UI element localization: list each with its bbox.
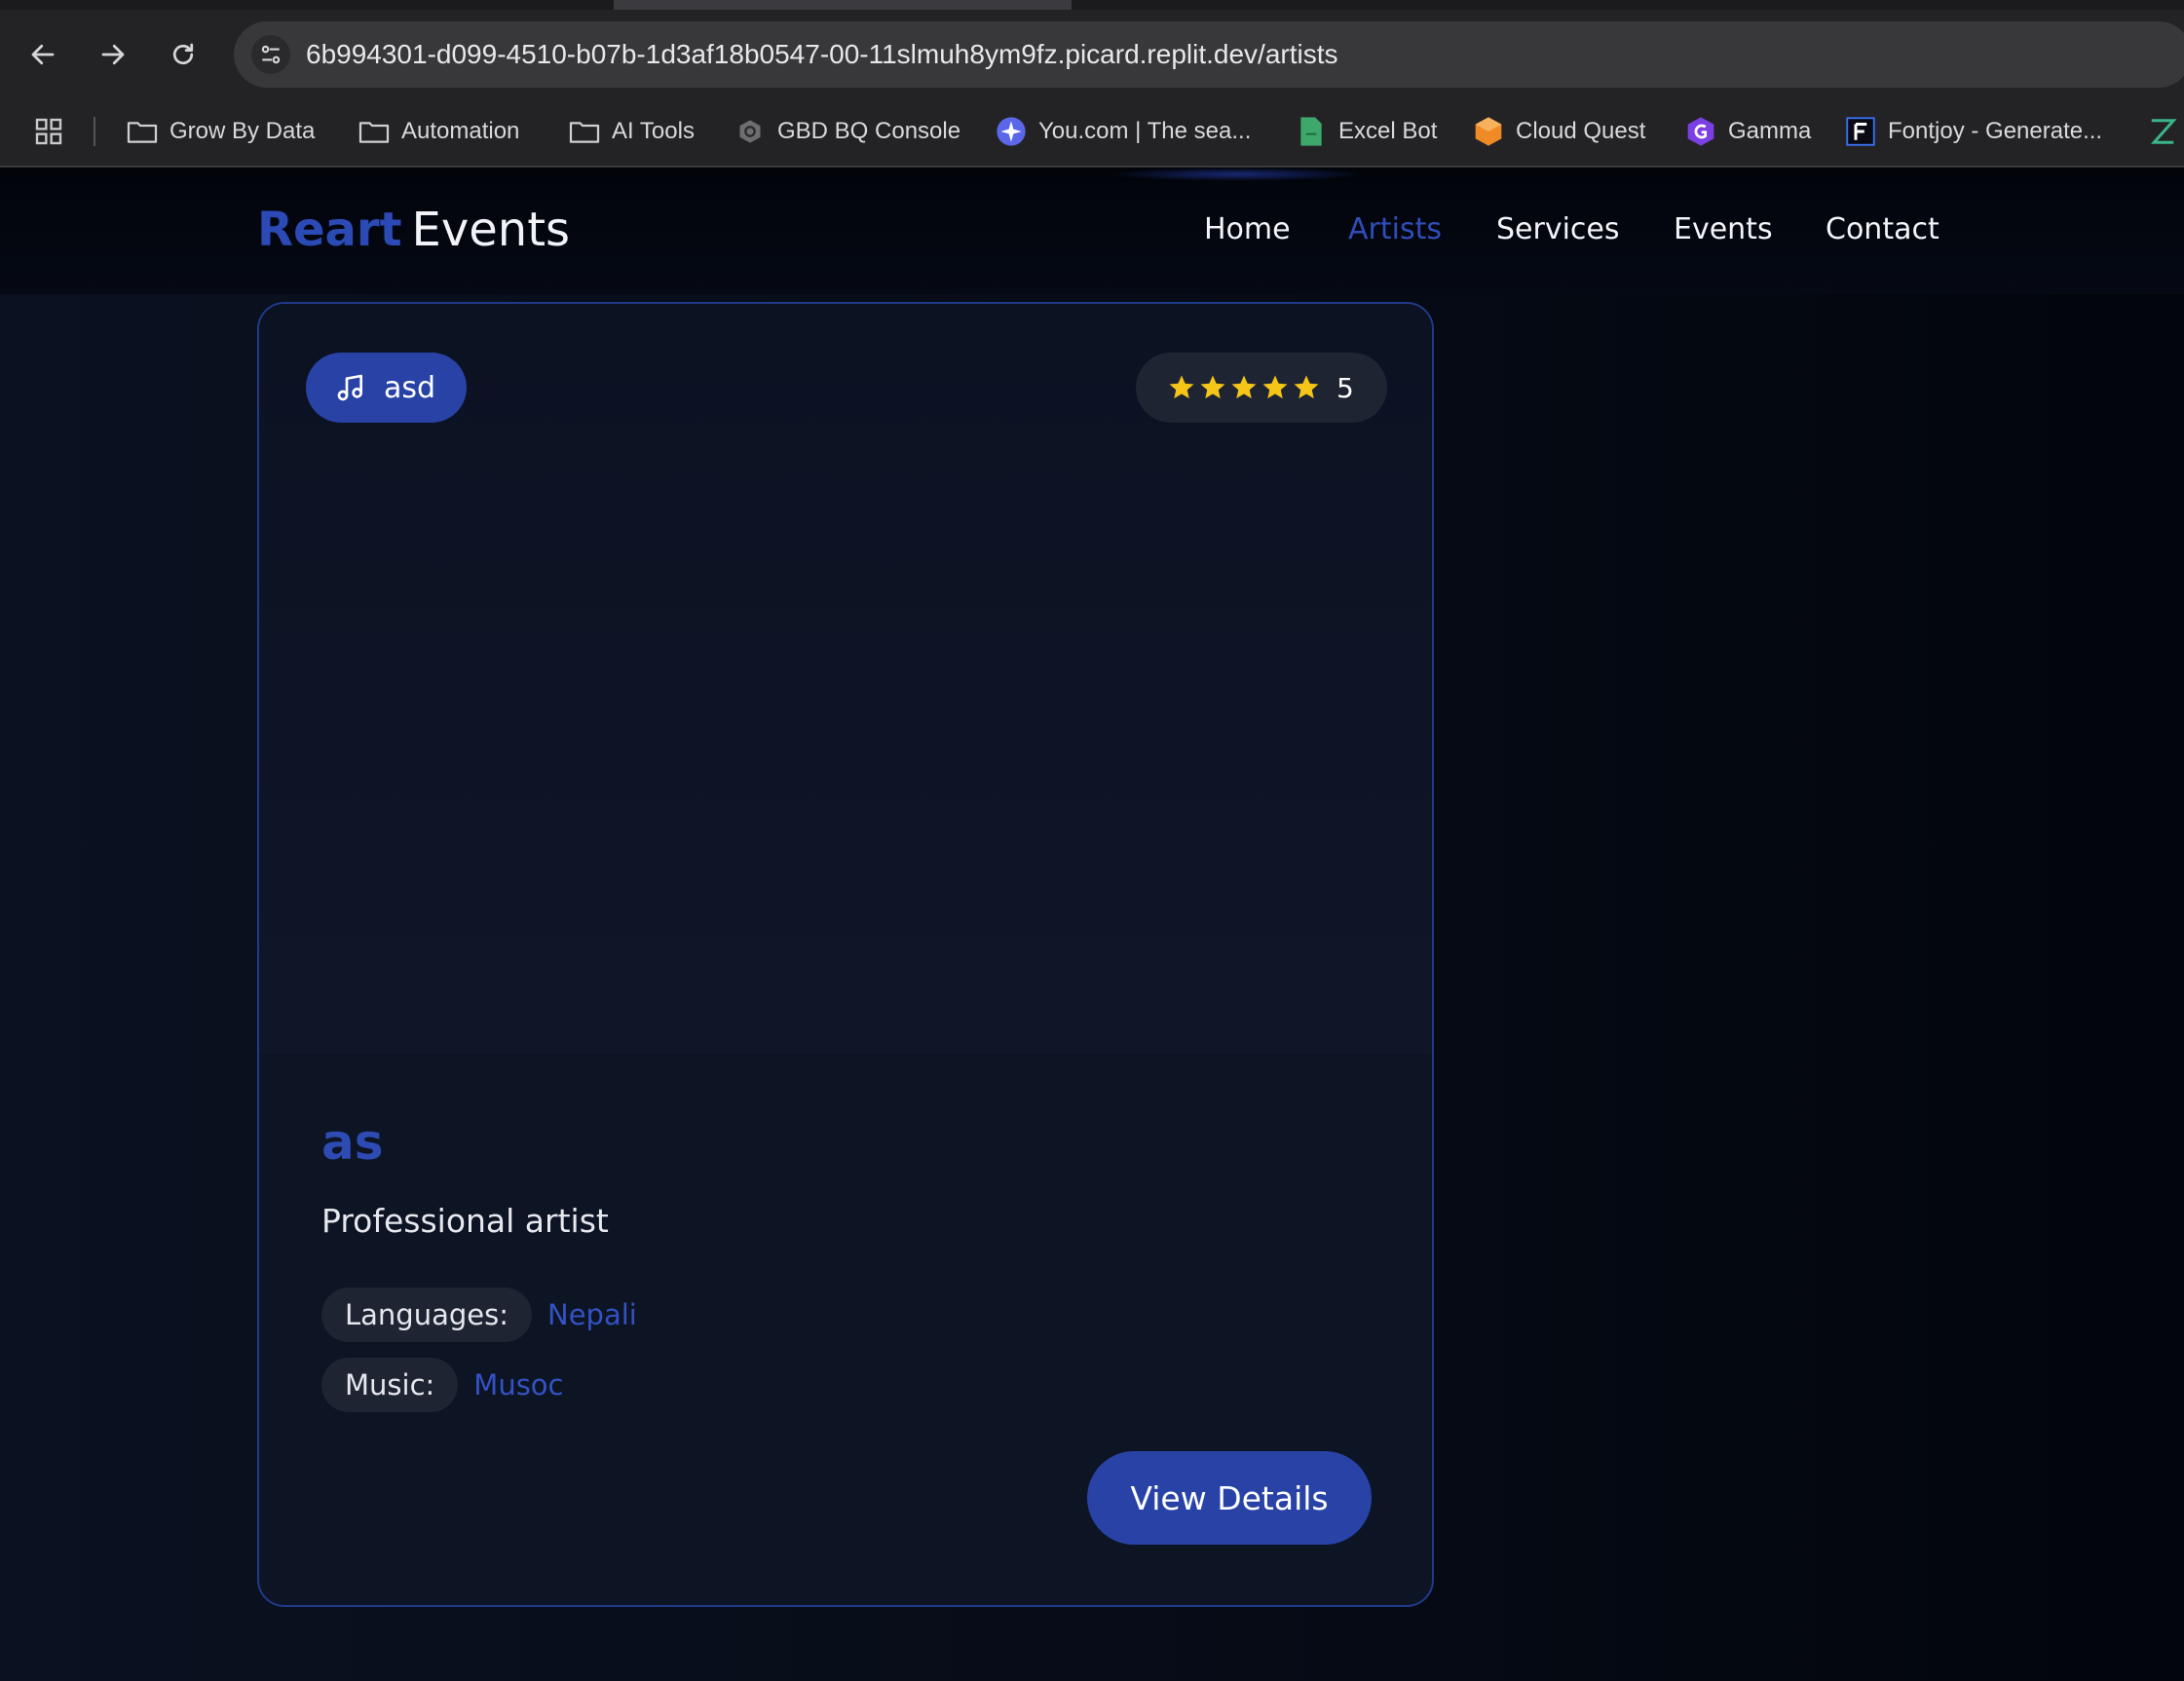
fontjoy-icon — [1845, 116, 1876, 147]
star-icon — [1200, 375, 1225, 399]
star-icon — [1231, 375, 1257, 399]
z-app-icon — [2147, 116, 2178, 147]
bookmark-you-com[interactable]: You.com | The sea... — [996, 107, 1251, 156]
site-info-button[interactable] — [251, 35, 290, 74]
logo-suffix: Events — [411, 203, 571, 257]
category-label: asd — [384, 370, 436, 405]
bookmark-label: GBD BQ Console — [777, 118, 961, 144]
nav-events[interactable]: Events — [1674, 212, 1773, 246]
header-glow — [1111, 168, 1364, 181]
bookmark-ai-tools[interactable]: AI Tools — [569, 107, 695, 156]
bookmark-label: Automation — [401, 118, 520, 144]
rating-value: 5 — [1337, 371, 1354, 404]
bookmark-label: Grow By Data — [169, 118, 316, 144]
folder-icon — [358, 116, 390, 147]
bookmarks-bar: Grow By Data Automation AI Tools GBD BQ … — [0, 107, 2184, 156]
bookmark-label: Excel Bot — [1338, 118, 1438, 144]
excel-bot-icon — [1296, 116, 1327, 147]
active-tab[interactable] — [614, 0, 1072, 10]
bookmark-automation[interactable]: Automation — [358, 107, 519, 156]
folder-icon — [569, 116, 600, 147]
star-icon — [1294, 375, 1319, 399]
bookmark-label: Gamma — [1728, 118, 1812, 144]
reload-button[interactable] — [164, 35, 203, 74]
nav-artists[interactable]: Artists — [1348, 212, 1442, 246]
tab-strip — [0, 0, 2184, 10]
address-bar[interactable]: 6b994301-d099-4510-b07b-1d3af18b0547-00-… — [234, 21, 2184, 88]
nav-home[interactable]: Home — [1204, 212, 1291, 246]
bigquery-icon — [734, 116, 766, 147]
url-text[interactable]: 6b994301-d099-4510-b07b-1d3af18b0547-00-… — [306, 39, 1338, 70]
bookmark-cloud-quest[interactable]: Cloud Quest — [1473, 107, 1645, 156]
bookmark-excel-bot[interactable]: Excel Bot — [1296, 107, 1437, 156]
site-logo[interactable]: Reart Events — [257, 203, 570, 257]
browser-chrome: 6b994301-d099-4510-b07b-1d3af18b0547-00-… — [0, 0, 2184, 168]
music-note-icon — [337, 374, 362, 401]
cloud-quest-icon — [1473, 116, 1504, 147]
back-button[interactable] — [23, 35, 62, 74]
arrow-left-icon — [31, 44, 55, 65]
view-details-button[interactable]: View Details — [1087, 1451, 1372, 1545]
bookmark-label: Cloud Quest — [1516, 118, 1646, 144]
music-label: Music: — [321, 1358, 459, 1412]
category-badge: asd — [306, 353, 468, 423]
apps-button[interactable] — [33, 107, 64, 156]
music-value: Musoc — [473, 1368, 564, 1401]
bookmarks-divider — [94, 117, 95, 146]
rating-badge: 5 — [1136, 353, 1387, 423]
bookmark-fontjoy[interactable]: Fontjoy - Generate... — [1845, 107, 2102, 156]
bookmark-label: Fontjoy - Generate... — [1888, 118, 2103, 144]
rating-stars — [1167, 373, 1321, 402]
page: Reart Events Home Artists Services Events… — [0, 168, 2184, 1681]
star-icon — [1169, 375, 1194, 399]
logo-brand: Reart — [257, 203, 402, 257]
tune-icon — [261, 45, 281, 64]
nav-services[interactable]: Services — [1496, 212, 1620, 246]
bookmark-gbd-bq-console[interactable]: GBD BQ Console — [734, 107, 960, 156]
star-icon — [1262, 375, 1288, 399]
reload-icon — [172, 43, 194, 65]
site-header: Reart Events Home Artists Services Events… — [0, 168, 2184, 294]
bookmark-label: AI Tools — [612, 118, 695, 144]
artist-card[interactable]: asd 5 as Professional artist Languages: … — [257, 302, 1434, 1607]
nav-contact[interactable]: Contact — [1826, 212, 1939, 246]
bookmark-gamma[interactable]: Gamma — [1685, 107, 1811, 156]
languages-label: Languages: — [321, 1288, 532, 1342]
arrow-right-icon — [101, 44, 125, 65]
languages-row: Languages: Nepali — [321, 1288, 637, 1342]
bookmark-grow-by-data[interactable]: Grow By Data — [127, 107, 315, 156]
you-com-icon — [996, 116, 1027, 147]
artist-name: as — [321, 1114, 384, 1171]
folder-icon — [127, 116, 158, 147]
bookmark-label: You.com | The sea... — [1038, 118, 1252, 144]
bookmark-overflow[interactable] — [2147, 107, 2178, 156]
artist-title: Professional artist — [321, 1202, 609, 1240]
apps-grid-icon — [35, 118, 62, 145]
forward-button[interactable] — [94, 35, 132, 74]
languages-value: Nepali — [547, 1298, 637, 1331]
gamma-icon — [1685, 116, 1716, 147]
music-row: Music: Musoc — [321, 1358, 564, 1412]
